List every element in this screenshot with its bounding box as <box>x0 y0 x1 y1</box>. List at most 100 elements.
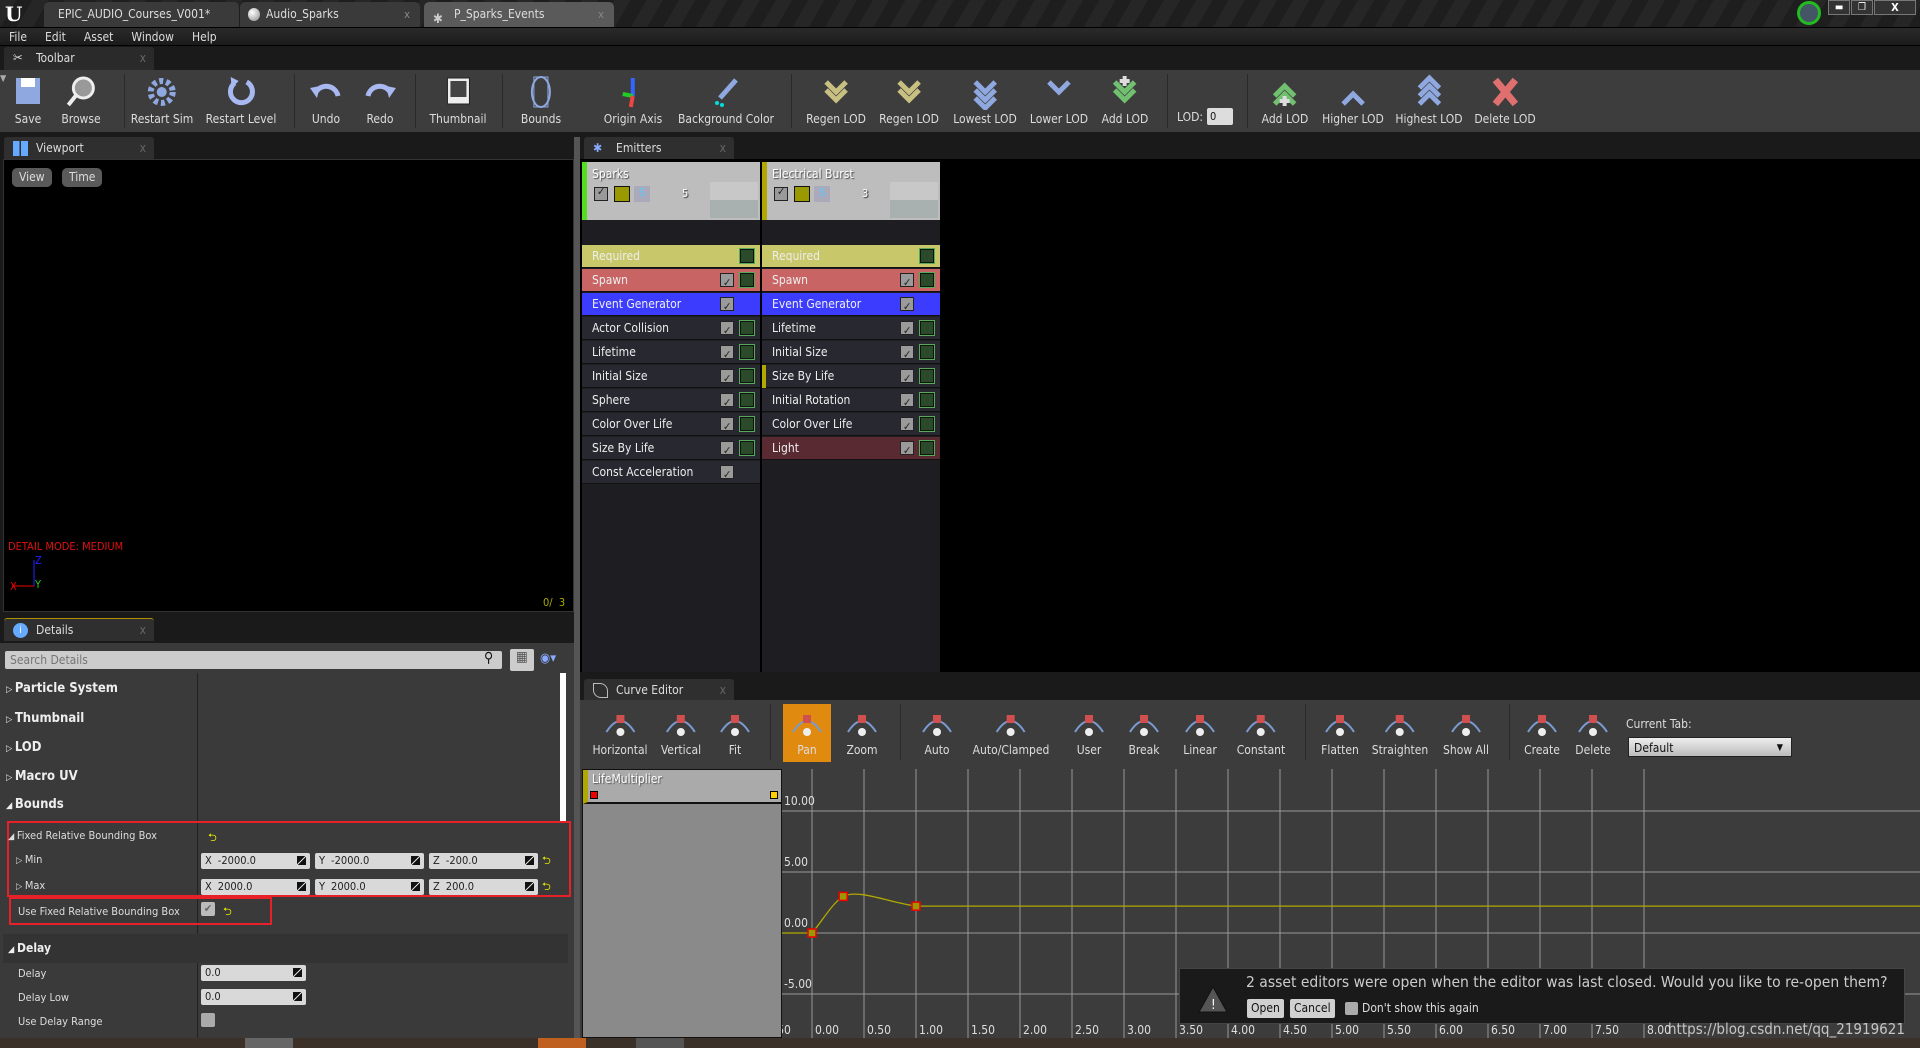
module-enable-checkbox[interactable] <box>900 391 914 414</box>
solo-icon[interactable]: S <box>814 186 830 202</box>
emitter-enable-checkbox[interactable] <box>594 185 608 201</box>
module-enable-checkbox[interactable] <box>720 463 734 486</box>
source-control-icon[interactable] <box>1797 1 1821 25</box>
horizontal-button[interactable]: Horizontal <box>588 704 651 757</box>
time-button[interactable]: Time <box>62 168 103 187</box>
lowest-lod-button[interactable]: Lowest LOD <box>953 74 1017 126</box>
curve-key-point[interactable] <box>911 901 921 911</box>
module-enable-checkbox[interactable] <box>720 295 734 318</box>
curve-graph-icon[interactable] <box>919 392 935 408</box>
module-enable-checkbox[interactable] <box>720 343 734 366</box>
redo-button[interactable]: Redo <box>362 74 398 126</box>
module-enable-checkbox[interactable] <box>720 391 734 414</box>
module-color-over-life[interactable]: Color Over Life <box>582 413 760 438</box>
delay-field[interactable]: 0.0 <box>201 965 306 981</box>
menu-help[interactable]: Help <box>183 28 226 46</box>
track-color-swatch-red[interactable] <box>590 791 598 799</box>
save-button[interactable]: Save <box>10 74 46 126</box>
module-event-generator[interactable]: Event Generator <box>762 293 940 318</box>
lower-lod-button[interactable]: Lower LOD <box>1030 74 1088 126</box>
regen-lod-button[interactable]: Regen LOD <box>879 74 939 126</box>
module-size-by-life[interactable]: Size By Life <box>582 437 760 462</box>
module-enable-checkbox[interactable] <box>900 295 914 318</box>
category-thumbnail[interactable]: ▷ Thumbnail <box>6 711 562 726</box>
view-button[interactable]: View <box>12 168 52 187</box>
reset-min-icon[interactable]: ⮌ <box>542 852 551 871</box>
module-sphere[interactable]: Sphere <box>582 389 760 414</box>
reset-max-icon[interactable]: ⮌ <box>542 878 551 897</box>
curve-graph-icon[interactable] <box>919 368 935 384</box>
drag-handle-icon[interactable] <box>411 856 420 865</box>
origin-axis-button[interactable]: Origin Axis <box>604 74 662 126</box>
add-lod-button[interactable]: Add LOD <box>1262 74 1308 126</box>
delete-lod-button[interactable]: Delete LOD <box>1474 74 1536 126</box>
module-enable-checkbox[interactable] <box>900 367 914 390</box>
fit-button[interactable]: Fit <box>711 704 759 757</box>
search-details-input[interactable] <box>5 651 502 669</box>
curve-key-point[interactable] <box>838 891 848 902</box>
menu-asset[interactable]: Asset <box>75 28 123 46</box>
cancel-button[interactable]: Cancel <box>1290 999 1335 1018</box>
minimize-button[interactable]: ▬ <box>1828 0 1850 15</box>
close-icon[interactable]: x <box>140 47 146 70</box>
zoom-button[interactable]: Zoom <box>838 704 886 757</box>
module-enable-checkbox[interactable] <box>900 319 914 342</box>
flatten-button[interactable]: Flatten <box>1316 704 1364 757</box>
unreal-logo[interactable]: U <box>5 2 22 26</box>
close-icon[interactable]: x <box>598 2 604 27</box>
min-z-field[interactable]: Z -200.0 <box>429 853 538 869</box>
curve-graph-icon[interactable] <box>739 392 755 408</box>
drag-handle-icon[interactable] <box>297 882 306 891</box>
linear-button[interactable]: Linear <box>1176 704 1224 757</box>
reset-to-default-icon[interactable]: ⮌ <box>208 829 217 848</box>
lod-spinner[interactable]: 0 <box>1207 108 1233 125</box>
solo-icon[interactable]: S <box>634 186 650 202</box>
curve-graph-icon[interactable] <box>739 320 755 336</box>
menu-file[interactable]: File <box>0 28 36 46</box>
close-window-button[interactable]: X <box>1874 0 1916 15</box>
doc-tab-project[interactable]: EPIC_AUDIO_Courses_V001* <box>44 2 239 27</box>
constant-button[interactable]: Constant <box>1233 704 1290 757</box>
tab-details[interactable]: i Details x <box>4 618 154 641</box>
module-initial-size[interactable]: Initial Size <box>582 365 760 390</box>
max-x-field[interactable]: X 2000.0 <box>201 879 310 895</box>
curve-graph-icon[interactable] <box>739 368 755 384</box>
curve-graph-icon[interactable] <box>919 320 935 336</box>
curve-key-point[interactable] <box>807 928 817 938</box>
bounds-button[interactable]: Bounds <box>521 74 561 126</box>
restore-button[interactable]: ❐ <box>1851 0 1873 15</box>
use-delay-range-checkbox[interactable] <box>201 1013 215 1027</box>
drag-handle-icon[interactable] <box>525 882 534 891</box>
module-enable-checkbox[interactable] <box>720 439 734 462</box>
render-mode-icon[interactable] <box>794 186 810 202</box>
tab-viewport[interactable]: Viewport x <box>4 137 154 160</box>
module-required[interactable]: Required <box>762 245 940 268</box>
menu-window[interactable]: Window <box>122 28 183 46</box>
bounds-dropdown-arrow-icon[interactable]: ▼ <box>0 74 6 84</box>
pan-button[interactable]: Pan <box>783 704 831 762</box>
delay-category[interactable]: ◢ Delay <box>3 934 568 963</box>
tab-curve-editor[interactable]: Curve Editor x <box>584 679 734 702</box>
drag-handle-icon[interactable] <box>411 882 420 891</box>
restart-level-button[interactable]: Restart Level <box>206 74 276 126</box>
break-button[interactable]: Break <box>1120 704 1168 757</box>
close-icon[interactable]: x <box>140 619 146 642</box>
thumbnail-button[interactable]: Thumbnail <box>429 74 487 126</box>
curve-graph-icon[interactable] <box>919 248 935 264</box>
emitter-header[interactable]: Sparks S 5 <box>582 162 760 220</box>
module-initial-size[interactable]: Initial Size <box>762 341 940 366</box>
vertical-button[interactable]: Vertical <box>657 704 705 757</box>
module-enable-checkbox[interactable] <box>720 271 734 294</box>
close-icon[interactable]: x <box>404 2 410 27</box>
drag-handle-icon[interactable] <box>525 856 534 865</box>
module-enable-checkbox[interactable] <box>720 319 734 342</box>
expand-arrow-icon[interactable]: ▷ <box>16 856 25 866</box>
highest-lod-button[interactable]: Highest LOD <box>1395 74 1463 126</box>
undo-button[interactable]: Undo <box>308 74 344 126</box>
drag-handle-icon[interactable] <box>297 856 306 865</box>
module-lifetime[interactable]: Lifetime <box>582 341 760 366</box>
curve-graph-icon[interactable] <box>739 416 755 432</box>
tab-emitters[interactable]: ✱ Emitters x <box>584 137 734 160</box>
module-enable-checkbox[interactable] <box>900 343 914 366</box>
bottom-scrollbar[interactable] <box>0 1038 1920 1048</box>
